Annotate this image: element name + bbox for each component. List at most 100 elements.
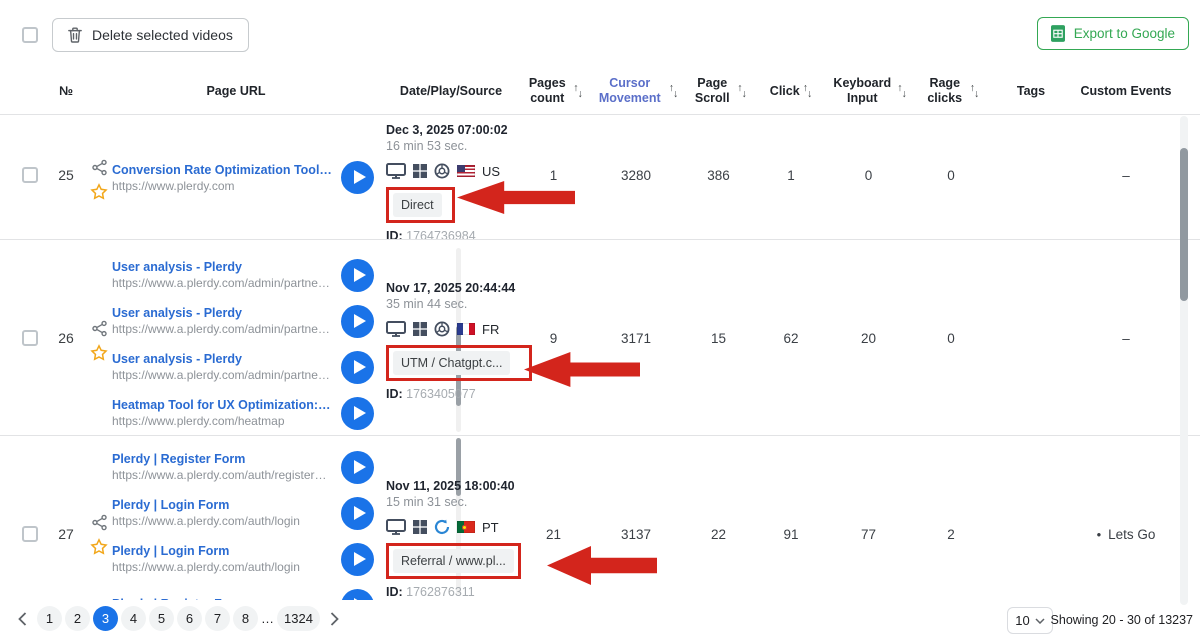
page-title-link[interactable]: User analysis - Plerdy (112, 260, 333, 274)
row-checkbox[interactable] (22, 330, 38, 346)
page-entry: Heatmap Tool for UX Optimization: Maxi..… (112, 390, 386, 436)
keyboard-input-value: 0 (826, 115, 911, 239)
sort-icon[interactable]: ↑↓ (803, 85, 813, 98)
column-header-rage-clicks[interactable]: Rage clicks↑↓ (911, 76, 991, 106)
rage-clicks-value: 2 (911, 436, 991, 600)
id-value: 1764736984 (406, 229, 476, 240)
page-button[interactable]: 8 (233, 606, 258, 631)
play-button[interactable] (341, 161, 374, 194)
next-page-button[interactable] (323, 606, 347, 631)
page-url-text: https://www.a.plerdy.com/auth/login (112, 560, 333, 574)
page-title-link[interactable]: Plerdy | Register Form (112, 597, 333, 600)
play-button[interactable] (341, 589, 374, 601)
page-url-text: https://www.a.plerdy.com/auth/register?a… (112, 468, 333, 482)
delete-selected-videos-button[interactable]: Delete selected videos (52, 18, 249, 52)
column-header-tags: Tags (991, 84, 1071, 99)
page-entry: Conversion Rate Optimization Tools – Ple… (112, 155, 386, 201)
play-button[interactable] (341, 259, 374, 292)
play-button[interactable] (341, 451, 374, 484)
showing-summary: Showing 20 - 30 of 13237 (1051, 613, 1193, 627)
sort-icon[interactable]: ↑↓ (669, 85, 679, 98)
play-button[interactable] (341, 497, 374, 530)
page-url-text: https://www.a.plerdy.com/admin/partners?… (112, 368, 333, 382)
id-value: 1762876311 (406, 585, 475, 599)
cursor-movement-value: 3280 (591, 115, 681, 239)
page-button[interactable]: 1 (37, 606, 62, 631)
previous-page-button[interactable] (10, 606, 34, 631)
click-value: 1 (756, 115, 826, 239)
sort-icon[interactable]: ↑↓ (737, 85, 747, 98)
rage-clicks-value: 0 (911, 240, 991, 435)
page-title-link[interactable]: Plerdy | Login Form (112, 498, 333, 512)
column-header-cursor-movement[interactable]: Cursor Movement↑↓ (591, 76, 681, 106)
session-id-line: ID: 1764736984 (386, 229, 516, 240)
play-button[interactable] (341, 397, 374, 430)
page-button[interactable]: 5 (149, 606, 174, 631)
page-url-text: https://www.a.plerdy.com/auth/login (112, 514, 333, 528)
desktop-icon (386, 163, 406, 179)
select-all-checkbox[interactable] (22, 27, 38, 43)
chrome-icon (434, 321, 450, 337)
page-url-text: https://www.plerdy.com/heatmap (112, 414, 333, 428)
page-title-link[interactable]: Conversion Rate Optimization Tools – Ple… (112, 163, 333, 177)
delete-button-label: Delete selected videos (92, 27, 233, 43)
google-sheets-icon (1051, 25, 1065, 42)
page-button[interactable]: 7 (205, 606, 230, 631)
export-to-google-button[interactable]: Export to Google (1037, 17, 1189, 50)
sort-icon[interactable]: ↑↓ (573, 85, 583, 98)
cursor-movement-value: 3137 (591, 436, 681, 600)
custom-events-value: – (1071, 115, 1181, 239)
row-number: 27 (46, 526, 86, 542)
page-title-link[interactable]: Plerdy | Login Form (112, 544, 333, 558)
star-icon[interactable] (90, 344, 108, 362)
country-code: FR (482, 322, 499, 337)
keyboard-input-value: 20 (826, 240, 911, 435)
page-title-link[interactable]: Plerdy | Register Form (112, 452, 333, 466)
page-scroll-value: 22 (681, 436, 756, 600)
star-icon[interactable] (90, 538, 108, 556)
page-url-text: https://www.a.plerdy.com/admin/partners?… (112, 322, 333, 336)
rows-per-page-value: 10 (1015, 613, 1029, 628)
page-title-link[interactable]: Heatmap Tool for UX Optimization: Maxi..… (112, 398, 333, 412)
page-title-link[interactable]: User analysis - Plerdy (112, 352, 333, 366)
session-date: Nov 11, 2025 18:00:40 (386, 478, 516, 494)
column-header-pages-count[interactable]: Pages count↑↓ (516, 76, 591, 106)
custom-event-label: Lets Go (1108, 527, 1155, 600)
share-icon[interactable] (91, 514, 108, 531)
page-button[interactable]: 4 (121, 606, 146, 631)
column-header-page-scroll[interactable]: Page Scroll↑↓ (681, 76, 756, 106)
click-value: 91 (756, 436, 826, 600)
page-button[interactable]: 2 (65, 606, 90, 631)
page-entry: Plerdy | Login Form https://www.a.plerdy… (112, 536, 386, 582)
sort-icon[interactable]: ↑↓ (970, 85, 980, 98)
page-button[interactable]: 6 (177, 606, 202, 631)
sort-icon[interactable]: ↑↓ (897, 85, 907, 98)
column-header-keyboard-input[interactable]: Keyboard Input↑↓ (826, 76, 911, 106)
page-entry: Plerdy | Login Form https://www.a.plerdy… (112, 490, 386, 536)
share-icon[interactable] (91, 320, 108, 337)
play-button[interactable] (341, 305, 374, 338)
play-button[interactable] (341, 543, 374, 576)
table-row: 27 Plerdy | Register Form https://www.a.… (0, 436, 1200, 600)
session-date: Dec 3, 2025 07:00:02 (386, 122, 516, 138)
video-sessions-page: Delete selected videos Export to Google … (0, 0, 1200, 635)
page-scrollbar-thumb[interactable] (1180, 148, 1188, 301)
cursor-movement-value: 3171 (591, 240, 681, 435)
page-button[interactable]: 1324 (277, 606, 320, 631)
star-icon[interactable] (90, 183, 108, 201)
row-checkbox[interactable] (22, 167, 38, 183)
session-duration: 16 min 53 sec. (386, 138, 516, 154)
chrome-icon (434, 163, 450, 179)
keyboard-input-value: 77 (826, 436, 911, 600)
id-label: ID: (386, 585, 403, 599)
share-icon[interactable] (91, 159, 108, 176)
page-title-link[interactable]: User analysis - Plerdy (112, 306, 333, 320)
page-button-active[interactable]: 3 (93, 606, 118, 631)
page-entry: Plerdy | Register Form https://www.a.ple… (112, 444, 386, 490)
table-header: № Page URL Date/Play/Source Pages count↑… (0, 68, 1200, 115)
column-header-click[interactable]: Click↑↓ (756, 84, 826, 99)
play-button[interactable] (341, 351, 374, 384)
rows-per-page-select[interactable]: 10 (1007, 607, 1053, 634)
row-checkbox[interactable] (22, 526, 38, 542)
session-id-line: ID: 1763405077 (386, 387, 516, 401)
